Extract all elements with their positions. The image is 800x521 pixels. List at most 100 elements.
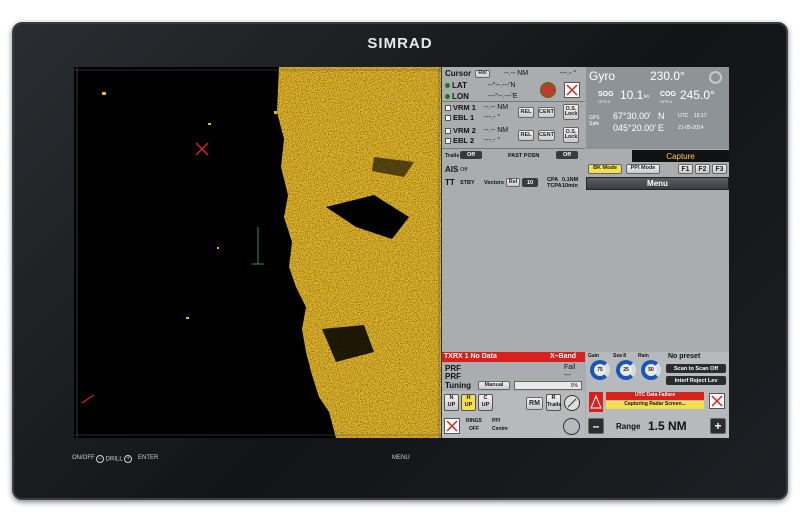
- minus-icon: −: [96, 455, 104, 463]
- ebl1-label: EBL 1: [453, 113, 475, 122]
- range-increase-button[interactable]: +: [710, 418, 726, 434]
- radar-echo-image: [74, 67, 441, 438]
- brand-logo: SIMRAD: [367, 35, 433, 52]
- compass-icon[interactable]: [709, 71, 722, 84]
- tuning-mode-button[interactable]: Manual: [478, 381, 510, 390]
- alert-utc-failure[interactable]: UTC Data Failure: [606, 392, 704, 400]
- f1-button[interactable]: F1: [678, 164, 693, 174]
- trails-select[interactable]: Off: [460, 151, 482, 159]
- ppi-mode-button[interactable]: PPI Mode: [626, 164, 660, 174]
- ppi-label: PPI: [492, 418, 501, 424]
- plus-icon: +: [124, 455, 133, 463]
- sog-label: SOG: [598, 91, 614, 98]
- scan-to-scan-select[interactable]: Scan to Scan Off: [666, 364, 726, 373]
- radar-screen: Cursor Rel --.-- NM ---.- ° LAT --°--.--…: [74, 67, 729, 438]
- ebl2-checkbox[interactable]: [445, 138, 451, 144]
- gain-label: Gain: [588, 353, 600, 359]
- prf-value-1: Fail: [564, 364, 576, 371]
- tt-stby-value: STBY: [460, 180, 475, 186]
- lon-value: ---°--.---'E: [488, 93, 518, 100]
- f2-button[interactable]: F2: [695, 164, 710, 174]
- cog-label: COG: [660, 91, 676, 98]
- gps-source-label: GPS Safe: [589, 115, 600, 127]
- tcpa-label: TCPA: [547, 183, 562, 189]
- radar-ppi-view[interactable]: [74, 67, 442, 438]
- vrm2-os-lock-button[interactable]: O.S. Lock: [563, 127, 579, 143]
- gain-dial[interactable]: 75: [590, 360, 610, 380]
- f3-button[interactable]: F3: [712, 164, 727, 174]
- vector-minutes-select[interactable]: 10: [522, 178, 538, 187]
- ais-value: Off: [460, 167, 468, 173]
- range-decrease-button[interactable]: –: [588, 418, 604, 434]
- heading-value: 230.0°: [650, 69, 685, 83]
- rain-dial[interactable]: 50: [641, 360, 661, 380]
- sog-source: GPS A: [598, 99, 611, 104]
- vectors-mode-button[interactable]: Rel: [506, 178, 520, 187]
- menu-key[interactable]: MENU: [392, 455, 410, 461]
- band-label: X–Band: [550, 353, 577, 360]
- cursor-bearing-value: ---.- °: [560, 70, 577, 77]
- cursor-range-value: --.-- NM: [504, 70, 529, 77]
- interference-reject-select[interactable]: Interf Reject Lev: [666, 376, 726, 385]
- ppi-centre-value[interactable]: Centre: [492, 426, 508, 432]
- sea-dial[interactable]: 25: [616, 360, 636, 380]
- lon-status-icon: [445, 94, 450, 99]
- bk-mode-button[interactable]: BK Mode: [588, 164, 622, 174]
- ebl2-label: EBL 2: [453, 136, 475, 145]
- past-posn-select[interactable]: Off: [556, 151, 578, 159]
- alert-capturing[interactable]: Capturing Radar Screen...: [606, 401, 704, 409]
- sea-label: Sea 8: [613, 353, 627, 359]
- gps-lon-hemisphere: E: [658, 123, 665, 133]
- cursor-marker-icon: [195, 142, 209, 156]
- cursor-label: Cursor: [445, 69, 472, 78]
- lat-status-icon: [445, 83, 450, 88]
- alarm-mute-icon[interactable]: [444, 418, 460, 434]
- vrm1-os-lock-button[interactable]: O.S. Lock: [563, 104, 579, 120]
- utc-label: UTC: [678, 113, 689, 119]
- alert-warning-icon[interactable]: [589, 392, 603, 412]
- target-acquire-icon[interactable]: [540, 82, 556, 98]
- alert-acknowledge-icon[interactable]: [709, 393, 725, 409]
- sog-unit: kn: [644, 94, 650, 100]
- vrm1-rel-button[interactable]: REL: [518, 107, 534, 118]
- gps-longitude: 045°20.00': [613, 123, 656, 133]
- lat-value: --°--.---'N: [488, 82, 516, 89]
- tcpa-value: 10min: [562, 183, 578, 189]
- ebl2-value: ---.- °: [484, 137, 501, 144]
- gps-lat-hemisphere: N: [658, 111, 665, 121]
- course-up-button[interactable]: C UP: [478, 394, 493, 411]
- preset-selector[interactable]: No preset: [668, 353, 700, 360]
- vrm2-checkbox[interactable]: [445, 128, 451, 134]
- gps-latitude: 67°30.00': [613, 111, 651, 121]
- txrx-status: TXRX 1 No Data: [444, 353, 497, 360]
- rings-value[interactable]: OFF: [469, 426, 479, 432]
- menu-button[interactable]: Menu: [586, 177, 729, 190]
- head-up-button[interactable]: H UP: [461, 394, 476, 411]
- navigation-data-panel: Gyro 230.0° SOG GPS A 10.1 kn COG GPS A …: [586, 67, 729, 149]
- enter-key[interactable]: ENTER: [138, 455, 158, 461]
- tuning-slider[interactable]: 0%: [514, 381, 582, 390]
- prf-label-2: PRF: [445, 372, 461, 381]
- cog-value: 245.0°: [680, 88, 715, 102]
- r-trails-button[interactable]: R Trails: [546, 394, 561, 411]
- drill-key[interactable]: − DRILL +: [96, 455, 133, 463]
- vrm1-checkbox[interactable]: [445, 105, 451, 111]
- cog-source: GPS A: [660, 99, 673, 104]
- ebl1-checkbox[interactable]: [445, 115, 451, 121]
- north-up-button[interactable]: N UP: [444, 394, 459, 411]
- transceiver-status-bar: TXRX 1 No Data X–Band: [442, 352, 585, 362]
- cancel-target-icon[interactable]: [564, 82, 580, 98]
- brilliance-icon[interactable]: [564, 395, 580, 411]
- capture-banner[interactable]: Capture: [632, 150, 729, 162]
- cursor-mode-button[interactable]: Rel: [475, 70, 490, 78]
- vrm2-rel-button[interactable]: REL: [518, 130, 534, 141]
- vrm2-cent-button[interactable]: CENT: [538, 130, 555, 141]
- relative-motion-button[interactable]: RM: [526, 397, 543, 410]
- display-mode-panel: N UP H UP C UP RM R Trails RINGS OFF PPI Cen…: [442, 391, 585, 438]
- vrm1-cent-button[interactable]: CENT: [538, 107, 555, 118]
- timer-icon[interactable]: [563, 418, 580, 435]
- sog-value: 10.1: [620, 88, 644, 102]
- ais-label: AIS: [445, 165, 459, 174]
- tuning-label: Tuning: [445, 381, 472, 390]
- on-off-key[interactable]: ON/OFF: [72, 455, 95, 461]
